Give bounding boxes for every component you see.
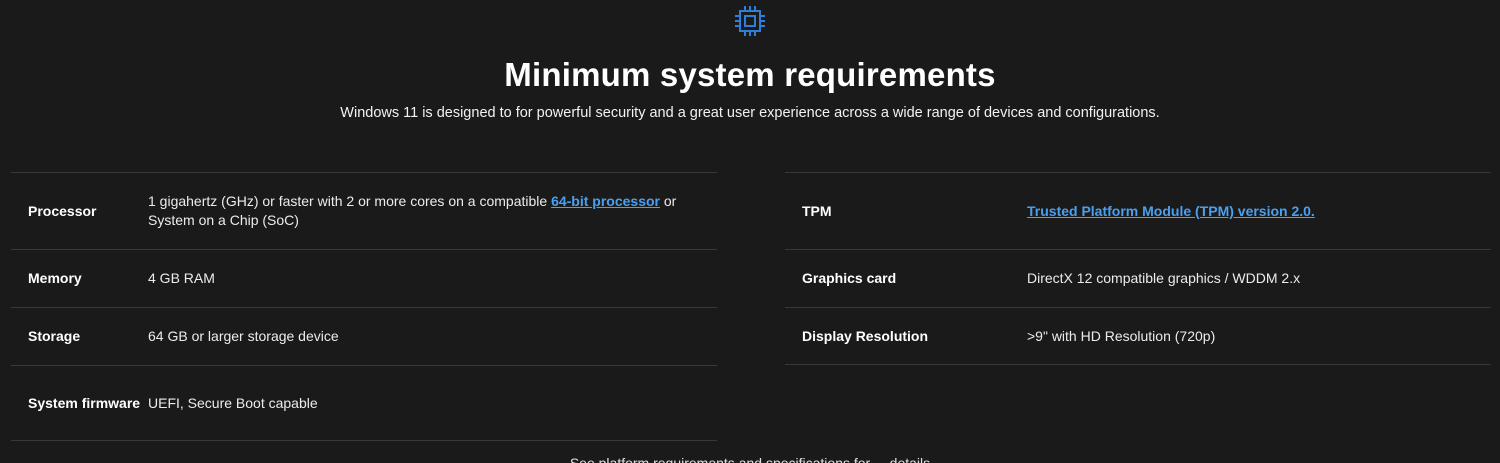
- requirements-table-left: Processor 1 gigahertz (GHz) or faster wi…: [11, 172, 717, 441]
- row-label: System firmware: [28, 394, 141, 411]
- tpm-link[interactable]: Trusted Platform Module (TPM) version 2.…: [1027, 203, 1315, 219]
- row-value: Trusted Platform Module (TPM) version 2.…: [1027, 202, 1467, 221]
- table-row-tpm: TPM Trusted Platform Module (TPM) versio…: [785, 172, 1491, 249]
- row-value: UEFI, Secure Boot capable: [148, 394, 318, 411]
- table-row-system-firmware: System firmware UEFI, Secure Boot capabl…: [11, 365, 717, 441]
- row-label: Memory: [28, 270, 82, 286]
- chip-icon: [735, 6, 765, 36]
- row-value: >9" with HD Resolution (720p): [1027, 327, 1216, 344]
- table-row-processor: Processor 1 gigahertz (GHz) or faster wi…: [11, 172, 717, 249]
- row-label: Storage: [28, 328, 81, 344]
- row-value: DirectX 12 compatible graphics / WDDM 2.…: [1027, 270, 1301, 286]
- row-value: 4 GB RAM: [148, 270, 215, 286]
- processor-text: 1 gigahertz (GHz) or faster with 2 or mo…: [148, 193, 548, 209]
- row-label: Display Resolution: [802, 327, 929, 344]
- table-row-memory: Memory 4 GB RAM: [11, 249, 717, 307]
- requirements-page: Minimum system requirements Windows 11 i…: [0, 0, 1500, 463]
- row-value: 1 gigahertz (GHz) or faster with 2 or mo…: [148, 192, 688, 230]
- requirements-table-right: TPM Trusted Platform Module (TPM) versio…: [785, 172, 1491, 365]
- row-value: 64 GB or larger storage device: [148, 328, 339, 344]
- 64-bit-processor-link[interactable]: 64-bit processor: [551, 193, 660, 209]
- row-label: Graphics card: [802, 270, 897, 286]
- page-subtitle: Windows 11 is designed to for powerful s…: [340, 105, 1160, 121]
- row-label: TPM: [802, 202, 832, 219]
- table-row-storage: Storage 64 GB or larger storage device: [11, 307, 717, 365]
- table-row-graphics-card: Graphics card DirectX 12 compatible grap…: [785, 249, 1491, 307]
- row-label: Processor: [28, 202, 97, 219]
- page-title: Minimum system requirements: [504, 56, 996, 93]
- footer-text: See platform requirements and specificat…: [569, 455, 931, 463]
- table-row-display-resolution: Display Resolution >9" with HD Resolutio…: [785, 307, 1491, 365]
